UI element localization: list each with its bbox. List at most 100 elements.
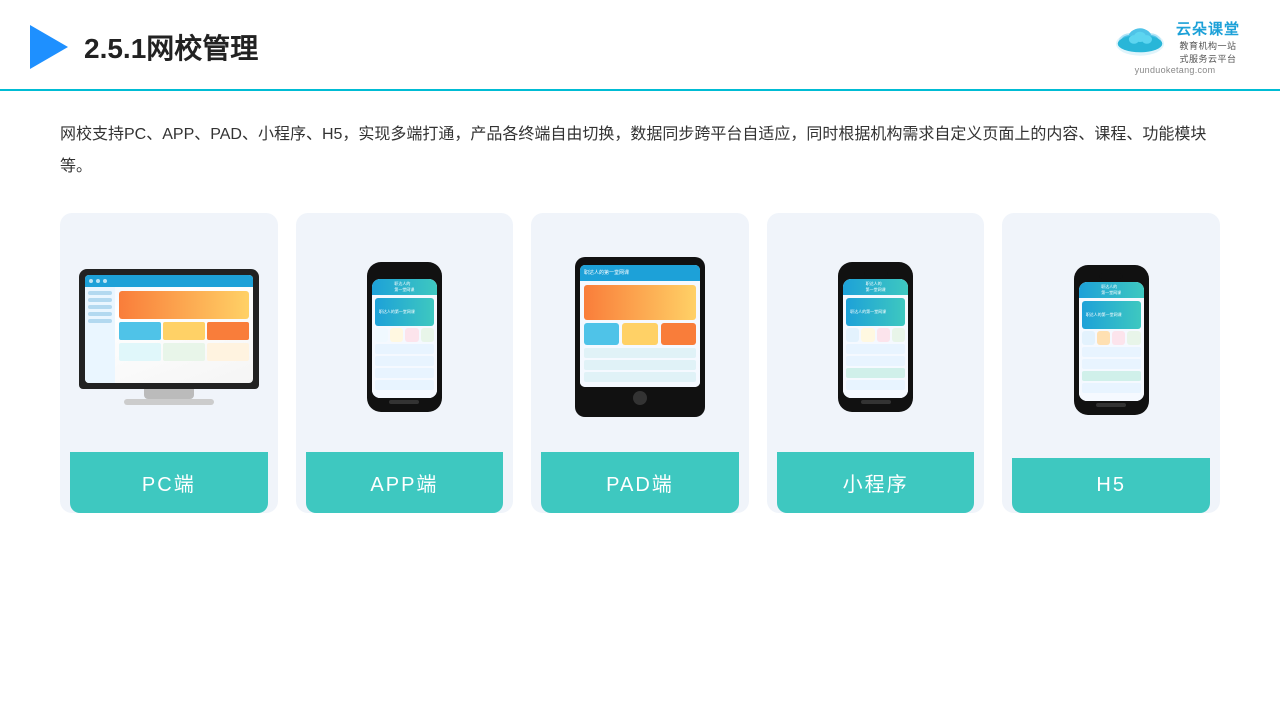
tablet-list-2: [584, 360, 696, 370]
tablet-list-1: [584, 348, 696, 358]
pc-sidebar-item: [88, 305, 112, 309]
pad-device-area: 职达人的第一堂网课: [541, 231, 739, 452]
pc-screen-content: [85, 275, 253, 383]
card-miniapp: 职达人的第一堂网课 职达人的第一堂网课: [767, 213, 985, 513]
tablet-topbar: 职达人的第一堂网课: [580, 265, 700, 281]
h5-icon-2: [1097, 331, 1110, 345]
tablet-content: [580, 281, 700, 387]
logo-text-group: 云朵课堂 教育机构一站式服务云平台: [1176, 18, 1240, 65]
h5-topbar: 职达人的第一堂网课: [1079, 282, 1144, 298]
h5-home-bar: [1096, 403, 1126, 407]
phone-list-4: [375, 380, 434, 390]
phone-icon-1: [375, 328, 388, 342]
phone-screen: 职达人的第一堂网课 职达人的第一堂网课: [372, 279, 437, 398]
logo-tagline: 教育机构一站式服务云平台: [1176, 39, 1240, 65]
miniapp-phone: 职达人的第一堂网课 职达人的第一堂网课: [838, 262, 913, 412]
tablet-card-3: [661, 323, 696, 345]
h5-phone: 职达人的第一堂网课 职达人的第一堂网课: [1074, 265, 1149, 415]
miniapp-banner-inner: 职达人的第一堂网课: [850, 309, 886, 315]
phone-banner-inner: 职达人的第一堂网课: [379, 309, 415, 315]
main-content: 网校支持PC、APP、PAD、小程序、H5，实现多端打通，产品各终端自由切换，数…: [0, 91, 1280, 533]
pc-card-5: [163, 343, 205, 361]
h5-list-3: [1082, 371, 1141, 381]
miniapp-icon-4: [892, 328, 905, 342]
tablet-home-btn: [633, 391, 647, 405]
miniapp-icons-row: [846, 328, 905, 342]
phone-banner: 职达人的第一堂网课: [375, 298, 434, 326]
pc-screen-inner: [85, 275, 253, 383]
h5-content: 职达人的第一堂网课: [1079, 298, 1144, 401]
card-label-h5: H5: [1012, 458, 1210, 513]
phone-home-bar: [389, 400, 419, 404]
pc-card-3: [207, 322, 249, 340]
miniapp-icon-1: [846, 328, 859, 342]
pc-content-area: [115, 287, 253, 383]
miniapp-device-area: 职达人的第一堂网课 职达人的第一堂网课: [777, 231, 975, 452]
cards-row: PC端 职达人的第一堂网课 职达人的第一堂网课: [60, 213, 1220, 513]
header-left: 2.5.1网校管理: [30, 25, 258, 69]
pc-cards-mock-2: [119, 343, 249, 361]
miniapp-icon-3: [877, 328, 890, 342]
miniapp-list-3: [846, 368, 905, 378]
pc-card-6: [207, 343, 249, 361]
miniapp-topbar: 职达人的第一堂网课: [843, 279, 908, 295]
h5-icon-3: [1112, 331, 1125, 345]
phone-icon-3: [405, 328, 418, 342]
miniapp-topbar-text: 职达人的第一堂网课: [866, 281, 886, 293]
cloud-icon: [1110, 24, 1170, 60]
phone-topbar: 职达人的第一堂网课: [372, 279, 437, 295]
phone-list-1: [375, 344, 434, 354]
logo-area: 云朵课堂 教育机构一站式服务云平台 yunduoketang.com: [1110, 18, 1240, 75]
logo-url: yunduoketang.com: [1135, 65, 1216, 75]
card-pad: 职达人的第一堂网课: [531, 213, 749, 513]
miniapp-banner: 职达人的第一堂网课: [846, 298, 905, 326]
pc-screen-outer: [79, 269, 259, 389]
pc-sidebar-item: [88, 298, 112, 302]
pc-main-area: [85, 287, 253, 383]
h5-banner: 职达人的第一堂网课: [1082, 301, 1141, 329]
miniapp-notch: [864, 270, 888, 276]
pc-cards-mock: [119, 322, 249, 340]
tablet-screen: 职达人的第一堂网课: [580, 265, 700, 387]
pc-banner: [119, 291, 249, 319]
h5-device-area: 职达人的第一堂网课 职达人的第一堂网课: [1012, 231, 1210, 458]
logo-cloud: 云朵课堂 教育机构一站式服务云平台: [1110, 18, 1240, 65]
pc-card-2: [163, 322, 205, 340]
pc-device-area: [70, 231, 268, 452]
card-app: 职达人的第一堂网课 职达人的第一堂网课: [296, 213, 514, 513]
h5-list-1: [1082, 347, 1141, 357]
pc-card-4: [119, 343, 161, 361]
pc-dot-3: [103, 279, 107, 283]
miniapp-content: 职达人的第一堂网课: [843, 295, 908, 398]
tablet-list: [584, 348, 696, 382]
h5-screen: 职达人的第一堂网课 职达人的第一堂网课: [1079, 282, 1144, 401]
header: 2.5.1网校管理 云朵课堂 教育机构一站式服务云平台 yu: [0, 0, 1280, 91]
tablet-card-1: [584, 323, 619, 345]
h5-topbar-text: 职达人的第一堂网课: [1101, 284, 1121, 296]
pc-dot-2: [96, 279, 100, 283]
logo-brand: 云朵课堂: [1176, 18, 1240, 39]
phone-list-3: [375, 368, 434, 378]
h5-list-4: [1082, 383, 1141, 393]
card-label-miniapp: 小程序: [777, 452, 975, 513]
h5-icon-1: [1082, 331, 1095, 345]
phone-list-2: [375, 356, 434, 366]
app-phone: 职达人的第一堂网课 职达人的第一堂网课: [367, 262, 442, 412]
miniapp-list-1: [846, 344, 905, 354]
tablet-topbar-text: 职达人的第一堂网课: [584, 269, 629, 276]
pc-monitor: [79, 269, 259, 405]
pc-dot-1: [89, 279, 93, 283]
h5-list-2: [1082, 359, 1141, 369]
phone-topbar-text: 职达人的第一堂网课: [394, 281, 414, 293]
h5-icon-4: [1127, 331, 1140, 345]
miniapp-screen: 职达人的第一堂网课 职达人的第一堂网课: [843, 279, 908, 398]
play-icon: [30, 25, 68, 69]
miniapp-home-bar: [861, 400, 891, 404]
page-title: 2.5.1网校管理: [84, 27, 258, 67]
pc-card-1: [119, 322, 161, 340]
pc-topbar: [85, 275, 253, 287]
app-device-area: 职达人的第一堂网课 职达人的第一堂网课: [306, 231, 504, 452]
pc-sidebar-item: [88, 291, 112, 295]
pc-stand: [144, 389, 194, 399]
phone-content: 职达人的第一堂网课: [372, 295, 437, 398]
